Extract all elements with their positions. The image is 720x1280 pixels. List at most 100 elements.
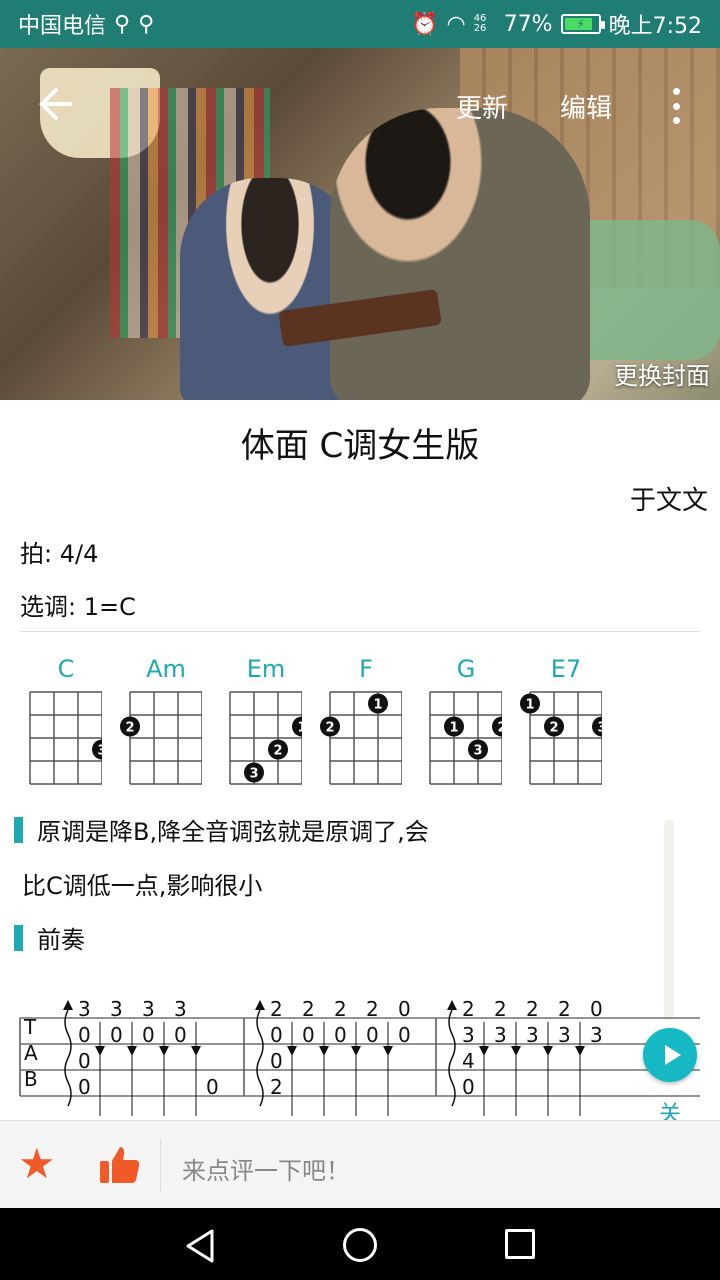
signal-icon: 46 26	[473, 13, 487, 34]
strum-arrow	[575, 1046, 585, 1056]
tab-note: 0	[270, 1049, 283, 1073]
strum-arrow	[351, 1046, 361, 1056]
usb-icon: ⚲	[138, 11, 155, 37]
tab-note: 0	[206, 1075, 219, 1099]
thumbs-up-icon[interactable]	[98, 1143, 142, 1187]
arpeggio-line	[448, 1009, 456, 1107]
usb-icon: ⚲	[114, 11, 131, 37]
clock: 晚上7:52	[608, 14, 702, 39]
accent-bar	[14, 924, 23, 951]
tab-note: 2	[366, 997, 379, 1021]
svg-text:2: 2	[273, 744, 282, 759]
chord-g[interactable]: G 1 23	[426, 652, 506, 786]
tab-note: 3	[174, 997, 187, 1021]
section-title: 前奏	[37, 926, 85, 954]
chord-am[interactable]: Am 2	[120, 652, 206, 786]
tab-note: 0	[590, 997, 603, 1021]
svg-text:2: 2	[325, 721, 334, 736]
tab-note: 2	[462, 997, 475, 1021]
navigation-bar	[0, 1208, 720, 1280]
wifi-icon: ◠	[446, 11, 466, 37]
tab-note: 0	[78, 1049, 91, 1073]
section-header: 前奏	[14, 920, 85, 955]
scrollbar[interactable]	[664, 820, 674, 1020]
finger-dot: 3	[592, 716, 602, 737]
chord-grid: 3	[29, 691, 102, 785]
finger-dot: 3	[244, 762, 264, 783]
tab-note: 3	[110, 997, 123, 1021]
chord-grid: 1 23	[429, 691, 502, 785]
chord-name: C	[57, 655, 75, 683]
chord-grid: 12 3	[520, 691, 602, 785]
back-arrow-icon[interactable]	[36, 86, 76, 126]
finger-dot: 1	[368, 693, 388, 714]
more-options-icon[interactable]	[668, 88, 684, 124]
svg-text:3: 3	[597, 721, 602, 736]
key-label: 选调: 1=C	[20, 593, 136, 621]
tab-note: 0	[462, 1075, 475, 1099]
strum-arrow	[383, 1046, 393, 1056]
note-text: 原调是降B,降全音调弦就是原调了,会	[37, 818, 429, 846]
tab-clef-letter: B	[24, 1067, 38, 1091]
tab-note: 4	[462, 1049, 475, 1073]
nav-back-icon[interactable]	[184, 1228, 216, 1264]
chord-e7[interactable]: E7 12 3	[520, 652, 606, 786]
comment-input[interactable]: 来点评一下吧！	[182, 1151, 350, 1186]
finger-dot: 2	[492, 716, 502, 737]
tab-clef-letter: A	[24, 1041, 38, 1065]
update-button[interactable]: 更新	[456, 88, 508, 125]
divider	[20, 631, 700, 632]
nav-home-icon[interactable]	[343, 1228, 377, 1262]
tab-note: 0	[174, 1023, 187, 1047]
note-text-continued: 比C调低一点,影响很小	[22, 872, 263, 900]
finger-dot: 3	[468, 739, 488, 760]
strum-arrow	[319, 1046, 329, 1056]
svg-text:1: 1	[449, 721, 458, 736]
arpeggio-line	[256, 1009, 264, 1107]
tab-note: 0	[142, 1023, 155, 1047]
tab-note: 2	[494, 997, 507, 1021]
strum-arrow	[63, 1000, 73, 1010]
strum-arrow	[511, 1046, 521, 1056]
chord-f[interactable]: F12	[320, 652, 406, 786]
change-cover-button[interactable]: 更换封面	[614, 356, 710, 391]
finger-dot: 2	[544, 716, 564, 737]
tab-note: 3	[78, 997, 91, 1021]
tab-note: 0	[302, 1023, 315, 1047]
edit-button[interactable]: 编辑	[560, 88, 612, 125]
separator	[160, 1139, 161, 1191]
strum-arrow	[479, 1046, 489, 1056]
chord-em[interactable]: Em 123	[226, 652, 306, 786]
star-icon[interactable]: ★	[18, 1143, 56, 1185]
chord-grid: 2	[120, 691, 202, 785]
strum-arrow	[95, 1046, 105, 1056]
song-title: 体面 C调女生版	[240, 426, 480, 466]
finger-dot: 2	[320, 716, 340, 737]
tab-note: 0	[110, 1023, 123, 1047]
svg-text:1: 1	[525, 698, 534, 713]
carrier-label: 中国电信	[18, 14, 107, 39]
play-button[interactable]	[643, 1028, 697, 1082]
chord-grid: 123	[229, 691, 302, 785]
tab-note: 0	[78, 1023, 91, 1047]
chord-c[interactable]: C3	[26, 652, 106, 786]
tab-note: 2	[558, 997, 571, 1021]
tab-note: 0	[398, 997, 411, 1021]
tab-note: 2	[302, 997, 315, 1021]
tab-note: 3	[142, 997, 155, 1021]
song-author: 于文文	[629, 486, 708, 516]
finger-dot: 1	[520, 693, 540, 714]
finger-dot: 3	[92, 739, 102, 760]
nav-recents-icon[interactable]	[505, 1229, 535, 1259]
strum-arrow	[159, 1046, 169, 1056]
alarm-icon: ⏰	[411, 11, 439, 37]
svg-text:2: 2	[125, 721, 134, 736]
strum-arrow	[287, 1046, 297, 1056]
finger-dot: 2	[120, 716, 140, 737]
tab-note: 3	[462, 1023, 475, 1047]
strum-arrow	[543, 1046, 553, 1056]
tab-clef-letter: T	[23, 1015, 37, 1039]
svg-text:3: 3	[249, 767, 258, 782]
tab-note: 0	[398, 1023, 411, 1047]
finger-dot: 1	[444, 716, 464, 737]
